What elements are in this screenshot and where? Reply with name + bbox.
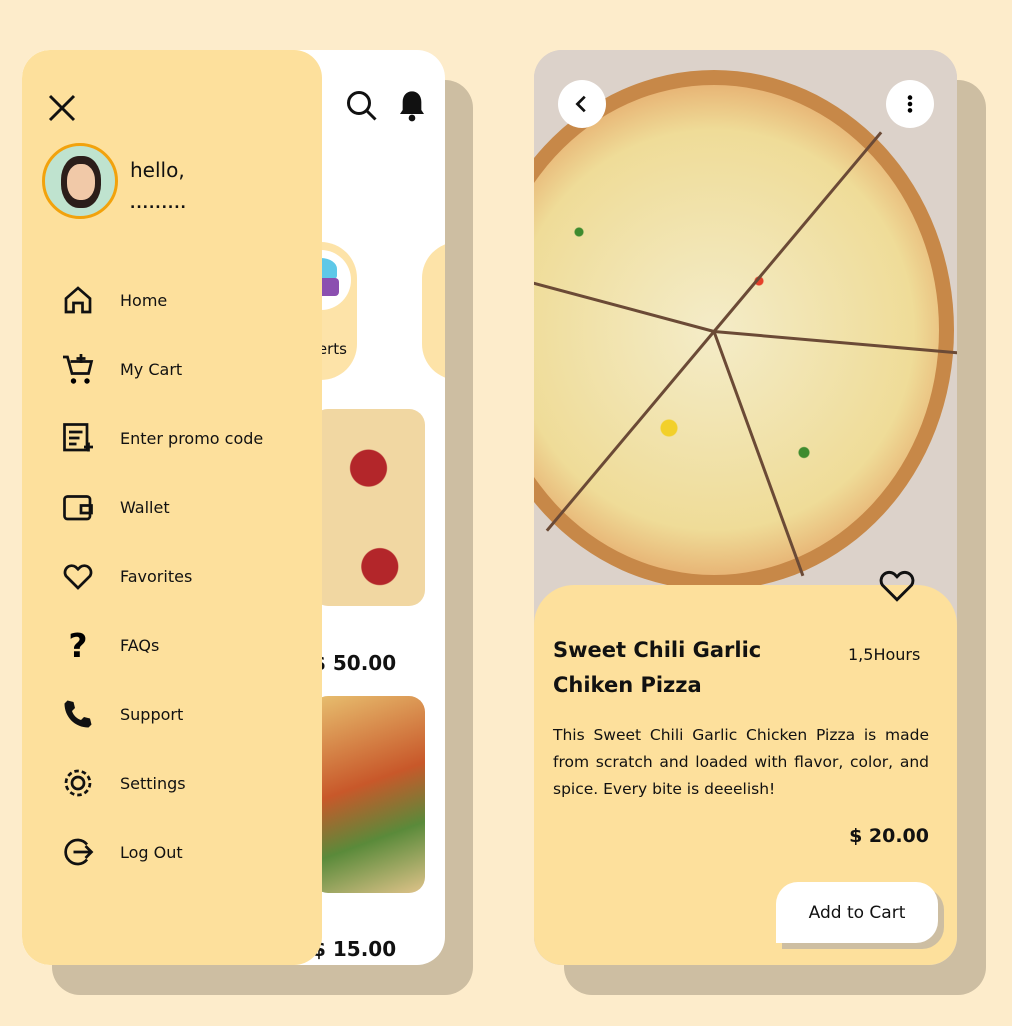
gear-icon — [64, 769, 92, 797]
menu-item-wallet[interactable]: Wallet — [60, 489, 170, 525]
home-icon — [64, 286, 92, 314]
menu-label: Home — [120, 290, 168, 310]
greeting: hello, — [130, 158, 185, 182]
cart-add-icon — [63, 354, 94, 384]
menu-label: Support — [120, 704, 184, 724]
more-vertical-icon — [907, 95, 913, 113]
promo-code-icon — [63, 423, 93, 452]
cook-duration: 1,5Hours — [848, 645, 921, 664]
menu-label: Enter promo code — [120, 428, 264, 448]
detail-panel: Sweet Chili Garlic Chiken Pizza 1,5Hours… — [534, 570, 957, 965]
favorite-heart-icon[interactable] — [874, 563, 920, 607]
username: ......... — [130, 196, 187, 212]
add-to-cart-button[interactable]: Add to Cart — [776, 882, 938, 943]
pepperoni-pizza-image[interactable] — [312, 409, 425, 606]
price: $ 50.00 — [312, 651, 397, 675]
menu-item-log-out[interactable]: Log Out — [60, 834, 183, 870]
bell-icon[interactable] — [396, 88, 428, 124]
heart-icon — [63, 564, 93, 590]
close-icon[interactable] — [46, 92, 78, 124]
logout-icon — [64, 838, 94, 866]
menu-item-promo-code[interactable]: Enter promo code — [60, 420, 263, 456]
menu-item-my-cart[interactable]: My Cart — [60, 351, 182, 387]
search-icon[interactable] — [344, 88, 380, 124]
product-description: This Sweet Chili Garlic Chicken Pizza is… — [553, 726, 929, 798]
menu-label: Log Out — [120, 842, 183, 862]
price: $ 15.00 — [312, 937, 397, 961]
back-button[interactable] — [558, 80, 606, 128]
more-options-button[interactable] — [886, 80, 934, 128]
menu-item-support[interactable]: Support — [60, 696, 183, 732]
tacos-image[interactable] — [312, 696, 425, 893]
wallet-icon — [63, 495, 93, 521]
menu-item-faqs[interactable]: ? FAQs — [60, 627, 159, 663]
chevron-left-icon — [575, 95, 586, 113]
phone-icon — [64, 700, 92, 728]
menu-label: Favorites — [120, 566, 193, 586]
product-price: $ 20.00 — [849, 825, 929, 847]
menu-item-favorites[interactable]: Favorites — [60, 558, 192, 594]
svg-text:?: ? — [68, 627, 87, 663]
menu-label: My Cart — [120, 359, 183, 379]
category-next[interactable] — [422, 242, 445, 380]
menu-item-home[interactable]: Home — [60, 282, 167, 318]
avatar[interactable] — [42, 143, 118, 219]
side-drawer: hello, ......... Home My Cart Enter prom… — [22, 50, 322, 965]
menu-label: Settings — [120, 773, 186, 793]
product-title: Sweet Chili Garlic Chiken Pizza — [553, 638, 762, 697]
question-icon: ? — [68, 627, 87, 663]
home-screen: Deserts $ 50.00 $ 15.00 hello, .........… — [22, 50, 445, 965]
menu-label: FAQs — [120, 635, 160, 655]
menu-label: Wallet — [120, 497, 170, 517]
menu-item-settings[interactable]: Settings — [60, 765, 186, 801]
pizza-detail-screen: Sweet Chili Garlic Chiken Pizza 1,5Hours… — [534, 50, 957, 965]
